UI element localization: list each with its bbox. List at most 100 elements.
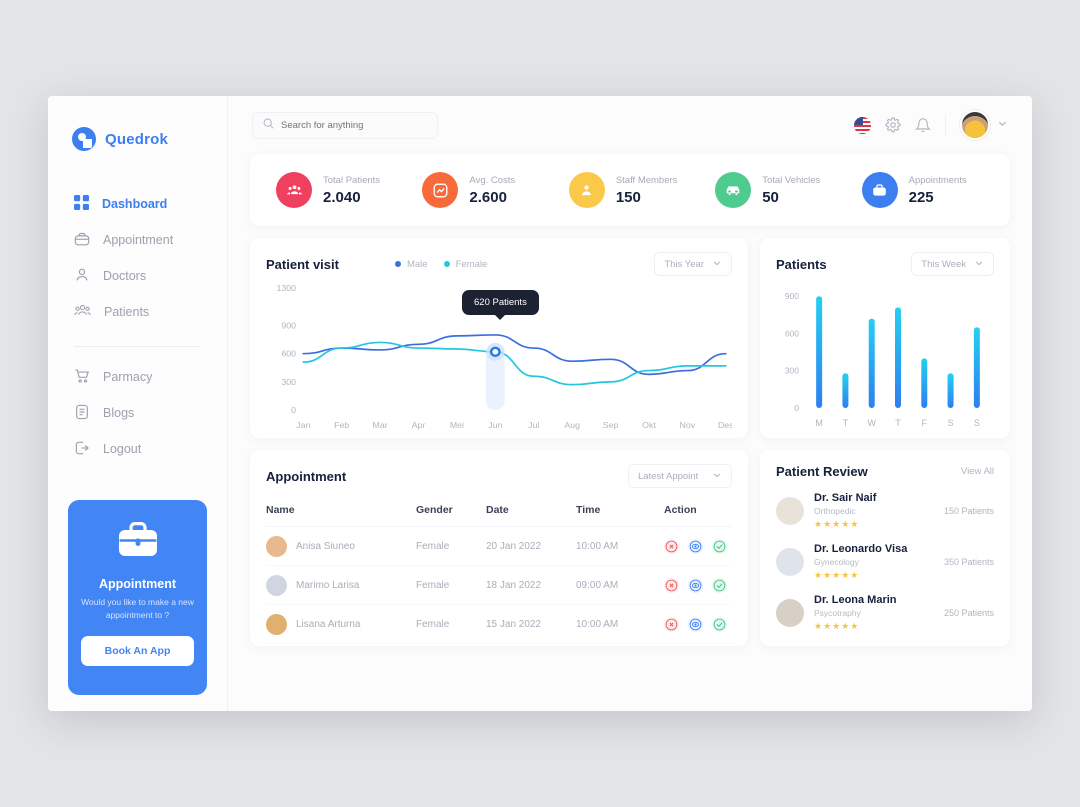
topbar-actions	[854, 110, 1008, 140]
filter-value: This Year	[664, 258, 704, 270]
us-flag-icon[interactable]	[854, 116, 871, 134]
sidebar-item-label: Logout	[103, 442, 142, 456]
sidebar-item-logout[interactable]: Logout	[48, 431, 227, 467]
svg-text:0: 0	[291, 405, 296, 415]
sidebar-item-blogs[interactable]: Blogs	[48, 395, 227, 431]
table-row[interactable]: Marimo Larisa Female 18 Jan 2022 09:00 AM	[266, 566, 732, 605]
topbar	[228, 96, 1032, 154]
legend-dot	[394, 261, 401, 267]
svg-text:Jul: Jul	[528, 420, 539, 430]
sidebar-item-dashboard[interactable]: Dashboard	[48, 186, 227, 222]
list-item[interactable]: Dr. Sair Naif Orthopedic ★★★★★ 150 Patients	[776, 492, 994, 530]
view-icon[interactable]	[688, 616, 703, 632]
user-menu[interactable]	[960, 110, 1008, 140]
search-box[interactable]	[252, 111, 438, 139]
sidebar-item-label: Appointment	[103, 233, 174, 247]
doctor-review-list: Dr. Sair Naif Orthopedic ★★★★★ 150 Patients…	[776, 492, 994, 632]
promo-card: Appointment Would you like to make a new…	[68, 500, 207, 695]
stat-label: Appointments	[908, 174, 967, 186]
gear-icon[interactable]	[885, 117, 901, 133]
stat-label: Total Vehicles	[762, 174, 821, 186]
sidebar-item-parmacy[interactable]: Parmacy	[48, 359, 227, 395]
cell-action	[664, 577, 732, 593]
patients-title: Patients	[776, 256, 827, 272]
stat-card-staff-members[interactable]: Staff Members 150	[557, 172, 703, 208]
stat-card-appointments[interactable]: Appointments 225	[850, 172, 996, 208]
svg-text:Nov: Nov	[680, 420, 696, 430]
sidebar-item-label: Blogs	[103, 406, 135, 420]
patient-visit-header: Patient visit Male Female This Year	[266, 252, 732, 276]
sidebar-item-appointment[interactable]: Appointment	[48, 222, 227, 258]
view-icon[interactable]	[688, 577, 703, 593]
table-row[interactable]: Anisa Siuneo Female 20 Jan 2022 10:00 AM	[266, 527, 732, 566]
stat-value: 2.040	[323, 188, 361, 206]
avatar	[776, 497, 804, 525]
cell-name: Lisana Arturna	[266, 613, 416, 635]
view-all-link[interactable]: View All	[961, 466, 994, 477]
avatar	[776, 548, 804, 576]
svg-text:600: 600	[281, 349, 296, 359]
grid-icon	[74, 195, 89, 213]
svg-text:Mei: Mei	[450, 420, 464, 430]
filter-value: This Week	[921, 258, 966, 270]
stat-value: 225	[908, 188, 934, 206]
approve-icon[interactable]	[712, 616, 727, 632]
stat-card-avg-costs[interactable]: Avg. Costs 2.600	[410, 172, 556, 208]
promo-title: Appointment	[98, 577, 177, 591]
table-header: Name Gender Date Time Action	[266, 504, 732, 527]
svg-text:M: M	[815, 418, 823, 428]
appointment-header: Appointment Latest Appoint	[266, 464, 732, 488]
list-item[interactable]: Dr. Leonardo Visa Gynecology ★★★★★ 350 Pati…	[776, 543, 994, 581]
briefcase-icon	[74, 231, 90, 250]
search-icon	[263, 116, 274, 134]
cancel-icon[interactable]	[664, 538, 679, 554]
brand[interactable]: Quedrok	[48, 122, 227, 156]
cell-gender: Female	[416, 579, 450, 591]
ambulance-icon	[715, 172, 752, 208]
table-row[interactable]: Lisana Arturna Female 15 Jan 2022 10:00 AM	[266, 605, 732, 644]
sidebar-item-patients[interactable]: Patients	[48, 294, 227, 330]
search-input[interactable]	[281, 119, 427, 131]
appointment-filter-select[interactable]: Latest Appoint	[628, 464, 732, 488]
rating-stars: ★★★★★	[814, 621, 860, 631]
svg-text:1300: 1300	[276, 283, 296, 293]
logout-icon	[74, 440, 90, 459]
filter-value: Latest Appoint	[638, 470, 699, 482]
patients-card: Patients This Week 0 300 600 900 M T W T F S S	[760, 238, 1010, 438]
stat-label: Avg. Costs	[469, 174, 516, 186]
stat-card-total-vehicles[interactable]: Total Vehicles 50	[703, 172, 849, 208]
svg-text:900: 900	[785, 291, 799, 301]
svg-text:300: 300	[281, 377, 296, 387]
column-header-name: Name	[266, 504, 295, 516]
approve-icon[interactable]	[712, 538, 727, 554]
patient-name: Anisa Siuneo	[296, 540, 355, 552]
stat-card-total-patients[interactable]: Total Patients 2.040	[264, 172, 410, 208]
avatar	[776, 599, 804, 627]
sidebar-item-doctors[interactable]: Doctors	[48, 258, 227, 294]
cancel-icon[interactable]	[664, 616, 679, 632]
approve-icon[interactable]	[712, 577, 727, 593]
cell-date: 20 Jan 2022	[486, 540, 542, 552]
avatar	[960, 110, 990, 140]
svg-text:T: T	[895, 418, 901, 428]
patient-count: 250 Patients	[943, 608, 994, 618]
cancel-icon[interactable]	[664, 577, 679, 593]
patient-review-card: Patient Review View All Dr. Sair Naif Ort…	[760, 450, 1010, 646]
cell-action	[664, 538, 732, 554]
list-item[interactable]: Dr. Leona Marin Psycotraphy ★★★★★ 250 Patie…	[776, 594, 994, 632]
bell-icon[interactable]	[915, 117, 931, 133]
chevron-down-icon	[712, 470, 722, 483]
page-title: Patient visit	[266, 256, 339, 272]
column-header-action: Action	[664, 504, 697, 516]
book-an-app-button[interactable]: Book An App	[81, 636, 194, 666]
sidebar-item-label: Doctors	[103, 269, 147, 283]
view-icon[interactable]	[688, 538, 703, 554]
cell-time: 10:00 AM	[576, 540, 619, 552]
patients-filter-select[interactable]: This Week	[911, 252, 994, 276]
bottom-row: Appointment Latest Appoint Name Gender D…	[250, 450, 1010, 646]
svg-text:W: W	[867, 418, 876, 428]
patient-visit-filter-select[interactable]: This Year	[654, 252, 732, 276]
svg-text:0: 0	[794, 403, 799, 413]
cell-name: Marimo Larisa	[266, 574, 416, 596]
svg-text:Sep: Sep	[603, 420, 619, 430]
